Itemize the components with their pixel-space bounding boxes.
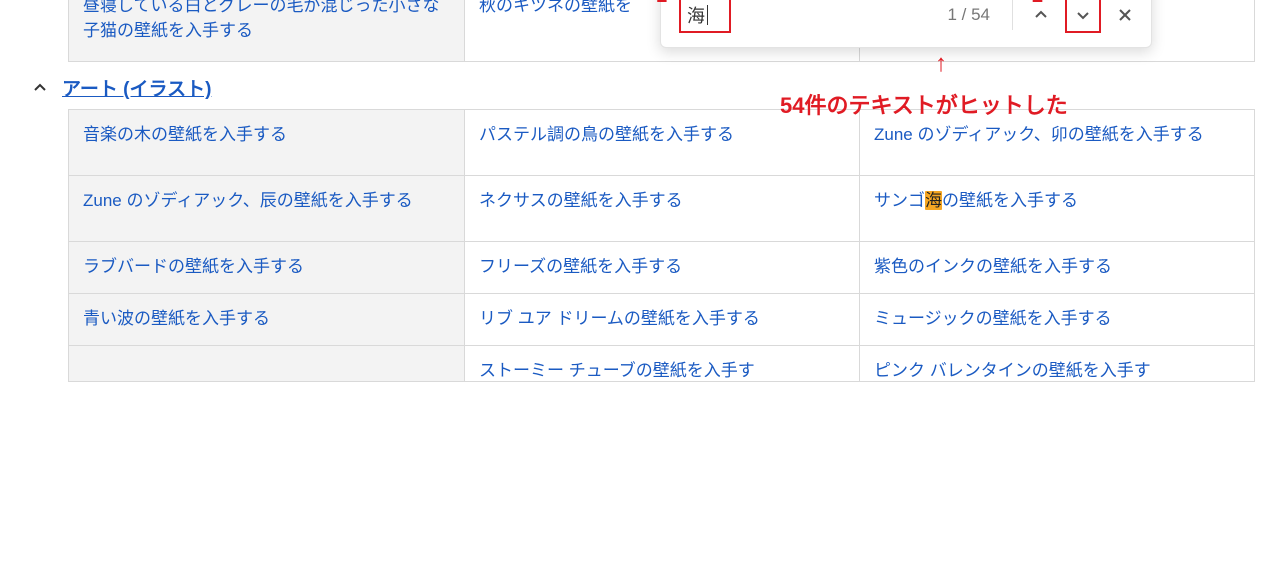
- table-row: 青い波の壁紙を入手する リブ ユア ドリームの壁紙を入手する ミュージックの壁紙…: [69, 294, 1255, 346]
- find-bar: 海 1 / 54: [660, 0, 1152, 48]
- wallpaper-link[interactable]: ネクサスの壁紙を入手する: [479, 191, 683, 210]
- wallpaper-link[interactable]: サンゴ海の壁紙を入手する: [874, 191, 1078, 210]
- wallpaper-link[interactable]: ミュージックの壁紙を入手する: [874, 309, 1112, 328]
- wallpaper-link[interactable]: 青い波の壁紙を入手する: [83, 309, 270, 328]
- table-row: Zune のゾディアック、辰の壁紙を入手する ネクサスの壁紙を入手する サンゴ海…: [69, 176, 1255, 242]
- table-row: ラブバードの壁紙を入手する フリーズの壁紙を入手する 紫色のインクの壁紙を入手す…: [69, 242, 1255, 294]
- search-highlight: 海: [925, 191, 942, 210]
- wallpaper-link[interactable]: Zune のゾディアック、辰の壁紙を入手する: [83, 191, 413, 210]
- wallpaper-link[interactable]: 紫色のインクの壁紙を入手する: [874, 257, 1112, 276]
- table-row: ストーミー チューブの壁紙を入手す ピンク バレンタインの壁紙を入手す: [69, 346, 1255, 382]
- wallpaper-link[interactable]: フリーズの壁紙を入手する: [479, 257, 682, 276]
- find-count: 1 / 54: [947, 5, 990, 25]
- find-next-button[interactable]: [1065, 0, 1101, 33]
- wallpaper-link[interactable]: 昼寝している白とグレーの毛が混じった小さな子猫の壁紙を入手する: [83, 0, 440, 40]
- wallpaper-link[interactable]: リブ ユア ドリームの壁紙を入手する: [479, 309, 760, 328]
- annotation-arrow-icon: ↑: [935, 52, 947, 76]
- section-title-link[interactable]: アート (イラスト): [62, 74, 211, 101]
- wallpaper-link[interactable]: 秋のキツネの壁紙を: [479, 0, 632, 15]
- wallpaper-link[interactable]: パステル調の鳥の壁紙を入手する: [479, 125, 734, 144]
- find-input[interactable]: 海: [679, 0, 731, 33]
- find-close-button[interactable]: [1107, 0, 1143, 33]
- wallpaper-link[interactable]: 音楽の木の壁紙を入手する: [83, 125, 287, 144]
- annotation-number-1: 1: [656, 0, 667, 6]
- chevron-up-icon[interactable]: [30, 78, 50, 98]
- section-header: アート (イラスト): [30, 74, 1255, 101]
- wallpaper-link[interactable]: ラブバードの壁紙を入手する: [83, 257, 304, 276]
- wallpaper-link[interactable]: ピンク バレンタインの壁紙を入手す: [874, 361, 1151, 380]
- annotation-text: 54件のテキストがヒットした: [780, 88, 1068, 120]
- wallpaper-table: 音楽の木の壁紙を入手する パステル調の鳥の壁紙を入手する Zune のゾディアッ…: [68, 109, 1255, 382]
- annotation-number-2: 2: [1032, 0, 1043, 6]
- table-row: 音楽の木の壁紙を入手する パステル調の鳥の壁紙を入手する Zune のゾディアッ…: [69, 110, 1255, 176]
- wallpaper-link[interactable]: Zune のゾディアック、卯の壁紙を入手する: [874, 125, 1204, 144]
- wallpaper-link[interactable]: ストーミー チューブの壁紙を入手す: [479, 361, 755, 380]
